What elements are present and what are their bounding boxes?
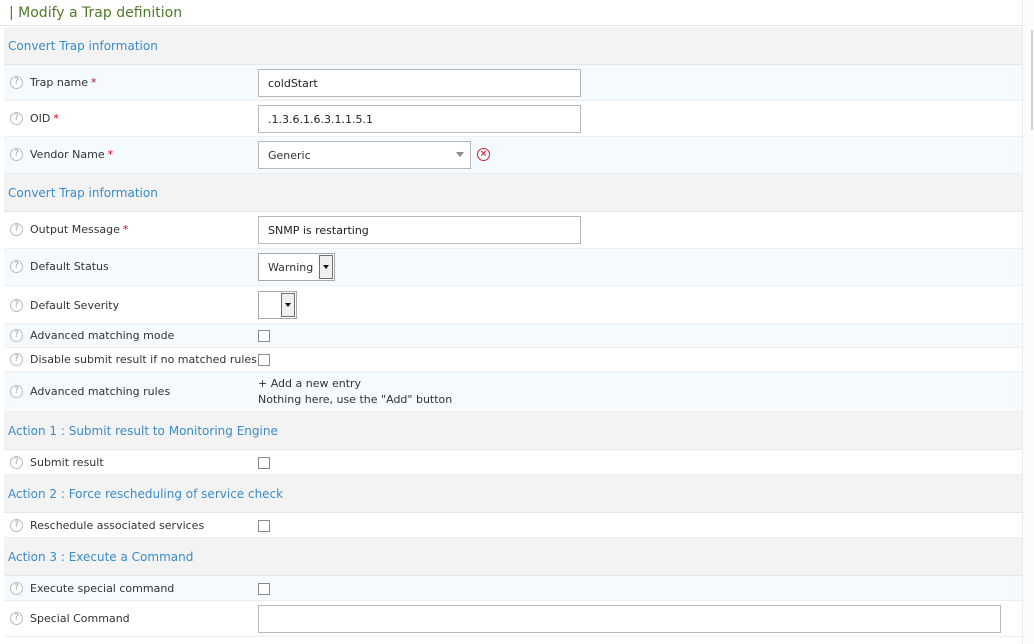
advanced-matching-rules-label: ? Advanced matching rules	[10, 385, 170, 398]
output-message-label: ? Output Message *	[10, 223, 128, 236]
required-marker: *	[53, 112, 59, 125]
help-icon[interactable]: ?	[10, 76, 23, 89]
chevron-down-icon	[319, 255, 333, 279]
disable-submit-label: ? Disable submit result if no matched ru…	[10, 353, 257, 366]
row-output-message: ? Output Message *	[4, 212, 1022, 249]
help-icon[interactable]: ?	[10, 456, 23, 469]
help-icon[interactable]: ?	[10, 112, 23, 125]
required-marker: *	[107, 148, 114, 161]
row-default-status: ? Default Status Warning	[4, 249, 1022, 286]
required-marker: *	[122, 223, 129, 236]
row-trap-name: ? Trap name *	[4, 65, 1022, 101]
clear-selection-icon[interactable]: ×	[477, 148, 490, 161]
oid-label: ? OID *	[10, 112, 59, 125]
advanced-matching-mode-label: ? Advanced matching mode	[10, 329, 174, 342]
row-disable-submit: ? Disable submit result if no matched ru…	[4, 348, 1022, 372]
row-default-severity: ? Default Severity	[4, 286, 1022, 324]
vendor-name-select[interactable]: Generic	[258, 141, 471, 169]
trap-name-input[interactable]	[258, 69, 581, 97]
help-icon[interactable]: ?	[10, 299, 23, 312]
special-command-label: ? Special Command	[10, 612, 130, 625]
add-entry-link[interactable]: + Add a new entry	[258, 377, 452, 390]
row-vendor-name: ? Vendor Name * Generic ×	[4, 137, 1022, 174]
section-header: Convert Trap information	[4, 174, 1022, 212]
help-icon[interactable]: ?	[10, 148, 23, 161]
page-title: | Modify a Trap definition	[0, 0, 1022, 26]
output-message-input[interactable]	[258, 216, 581, 244]
row-special-command: ? Special Command	[4, 601, 1022, 637]
row-reschedule: ? Reschedule associated services	[4, 513, 1022, 538]
section-header: Action 2 : Force rescheduling of service…	[4, 475, 1022, 513]
vendor-name-label: ? Vendor Name *	[10, 148, 113, 161]
default-severity-label: ? Default Severity	[10, 299, 119, 312]
row-submit-result: ? Submit result	[4, 450, 1022, 475]
row-oid: ? OID *	[4, 101, 1022, 137]
row-execute-special: ? Execute special command	[4, 576, 1022, 601]
scrollbar[interactable]	[1022, 0, 1034, 644]
default-severity-select[interactable]	[258, 291, 297, 319]
chevron-down-icon	[281, 293, 295, 317]
trap-form: Convert Trap information ? Trap name * ?…	[4, 27, 1022, 637]
section-header: Action 1 : Submit result to Monitoring E…	[4, 412, 1022, 450]
disable-submit-checkbox[interactable]	[258, 354, 270, 366]
reschedule-label: ? Reschedule associated services	[10, 519, 204, 532]
submit-result-checkbox[interactable]	[258, 457, 270, 469]
scrollbar-thumb[interactable]	[1025, 30, 1033, 130]
trap-name-label: ? Trap name *	[10, 76, 97, 89]
help-icon[interactable]: ?	[10, 329, 23, 342]
default-status-label: ? Default Status	[10, 260, 109, 273]
help-icon[interactable]: ?	[10, 612, 23, 625]
help-icon[interactable]: ?	[10, 223, 23, 236]
execute-special-checkbox[interactable]	[258, 583, 270, 595]
help-icon[interactable]: ?	[10, 519, 23, 532]
help-icon[interactable]: ?	[10, 353, 23, 366]
chevron-down-icon	[456, 152, 464, 157]
advanced-matching-mode-checkbox[interactable]	[258, 330, 270, 342]
required-marker: *	[91, 76, 97, 89]
help-icon[interactable]: ?	[10, 260, 23, 273]
empty-rules-text: Nothing here, use the "Add" button	[258, 393, 453, 406]
execute-special-label: ? Execute special command	[10, 582, 174, 595]
row-advanced-matching-rules: ? Advanced matching rules + Add a new en…	[4, 372, 1022, 412]
row-advanced-matching-mode: ? Advanced matching mode	[4, 324, 1022, 348]
default-status-select[interactable]: Warning	[258, 253, 335, 281]
reschedule-checkbox[interactable]	[258, 520, 270, 532]
special-command-input[interactable]	[258, 605, 1001, 633]
oid-input[interactable]	[258, 105, 581, 133]
section-header: Convert Trap information	[4, 27, 1022, 65]
section-header: Action 3 : Execute a Command	[4, 538, 1022, 576]
submit-result-label: ? Submit result	[10, 456, 104, 469]
help-icon[interactable]: ?	[10, 385, 23, 398]
help-icon[interactable]: ?	[10, 582, 23, 595]
